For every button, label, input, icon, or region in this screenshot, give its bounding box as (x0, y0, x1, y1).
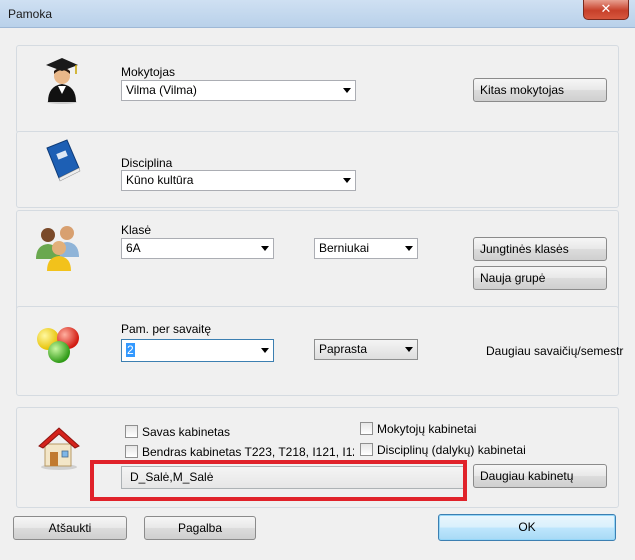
class-select[interactable]: 6A (121, 238, 274, 259)
close-button[interactable]: ✕ (583, 0, 629, 20)
chevron-down-icon (261, 246, 269, 251)
highlight-box (90, 460, 467, 501)
other-teacher-button[interactable]: Kitas mokytojas (473, 78, 607, 102)
own-room-checkbox[interactable] (125, 425, 138, 438)
chevron-down-icon (405, 347, 413, 352)
subject-select[interactable]: Kūno kultūra (121, 170, 356, 191)
title-bar: Pamoka ✕ (0, 0, 635, 28)
house-icon (38, 427, 80, 470)
students-icon (36, 226, 79, 271)
subject-group: Disciplina Kūno kultūra (16, 131, 619, 208)
balls-icon (37, 327, 79, 363)
subject-rooms-checkbox[interactable] (360, 443, 373, 456)
lessons-per-week-input[interactable]: 2 (121, 339, 274, 362)
window-title: Pamoka (8, 7, 53, 21)
graduate-icon (46, 58, 78, 104)
teacher-label: Mokytojas (121, 65, 176, 79)
lessons-label: Pam. per savaitę (121, 322, 212, 336)
book-icon (46, 139, 81, 182)
new-group-button[interactable]: Nauja grupė (473, 266, 607, 290)
close-icon: ✕ (600, 1, 612, 16)
help-button[interactable]: Pagalba (144, 516, 256, 540)
subject-label: Disciplina (121, 156, 173, 170)
chevron-down-icon (343, 88, 351, 93)
own-room-label: Savas kabinetas (142, 425, 231, 439)
mode-select-value: Paprasta (319, 342, 368, 356)
shared-room-checkbox[interactable] (125, 445, 138, 458)
lessons-group: Pam. per savaitę 2 Paprasta Daugiau sava… (16, 306, 623, 396)
subject-rooms-label: Disciplinų (dalykų) kabinetai (377, 443, 526, 457)
group-select[interactable]: Berniukai (314, 238, 418, 259)
teacher-rooms-checkbox[interactable] (360, 422, 373, 435)
lessons-per-week-value: 2 (126, 343, 135, 357)
group-select-value: Berniukai (319, 241, 370, 255)
chevron-down-icon (343, 178, 351, 183)
shared-room-label: Bendras kabinetas T223, T218, I121, I122… (142, 445, 354, 459)
more-weeks-text[interactable]: Daugiau savaičių/semestr (486, 344, 623, 358)
more-rooms-button[interactable]: Daugiau kabinetų (473, 464, 607, 488)
class-label: Klasė (121, 223, 152, 237)
subject-select-value: Kūno kultūra (126, 173, 194, 187)
teacher-group: Mokytojas Vilma (Vilma) Kitas mokytojas (16, 45, 619, 133)
dialog-body: Mokytojas Vilma (Vilma) Kitas mokytojas … (6, 29, 629, 556)
chevron-down-icon (405, 246, 413, 251)
joint-classes-button[interactable]: Jungtinės klasės (473, 237, 607, 261)
class-select-value: 6A (126, 241, 141, 255)
teacher-select[interactable]: Vilma (Vilma) (121, 80, 356, 101)
chevron-down-icon (261, 348, 269, 353)
teacher-select-value: Vilma (Vilma) (126, 83, 197, 97)
cancel-button[interactable]: Atšaukti (13, 516, 127, 540)
mode-select[interactable]: Paprasta (314, 339, 418, 360)
ok-button[interactable]: OK (438, 514, 616, 541)
teacher-rooms-label: Mokytojų kabinetai (377, 422, 477, 436)
